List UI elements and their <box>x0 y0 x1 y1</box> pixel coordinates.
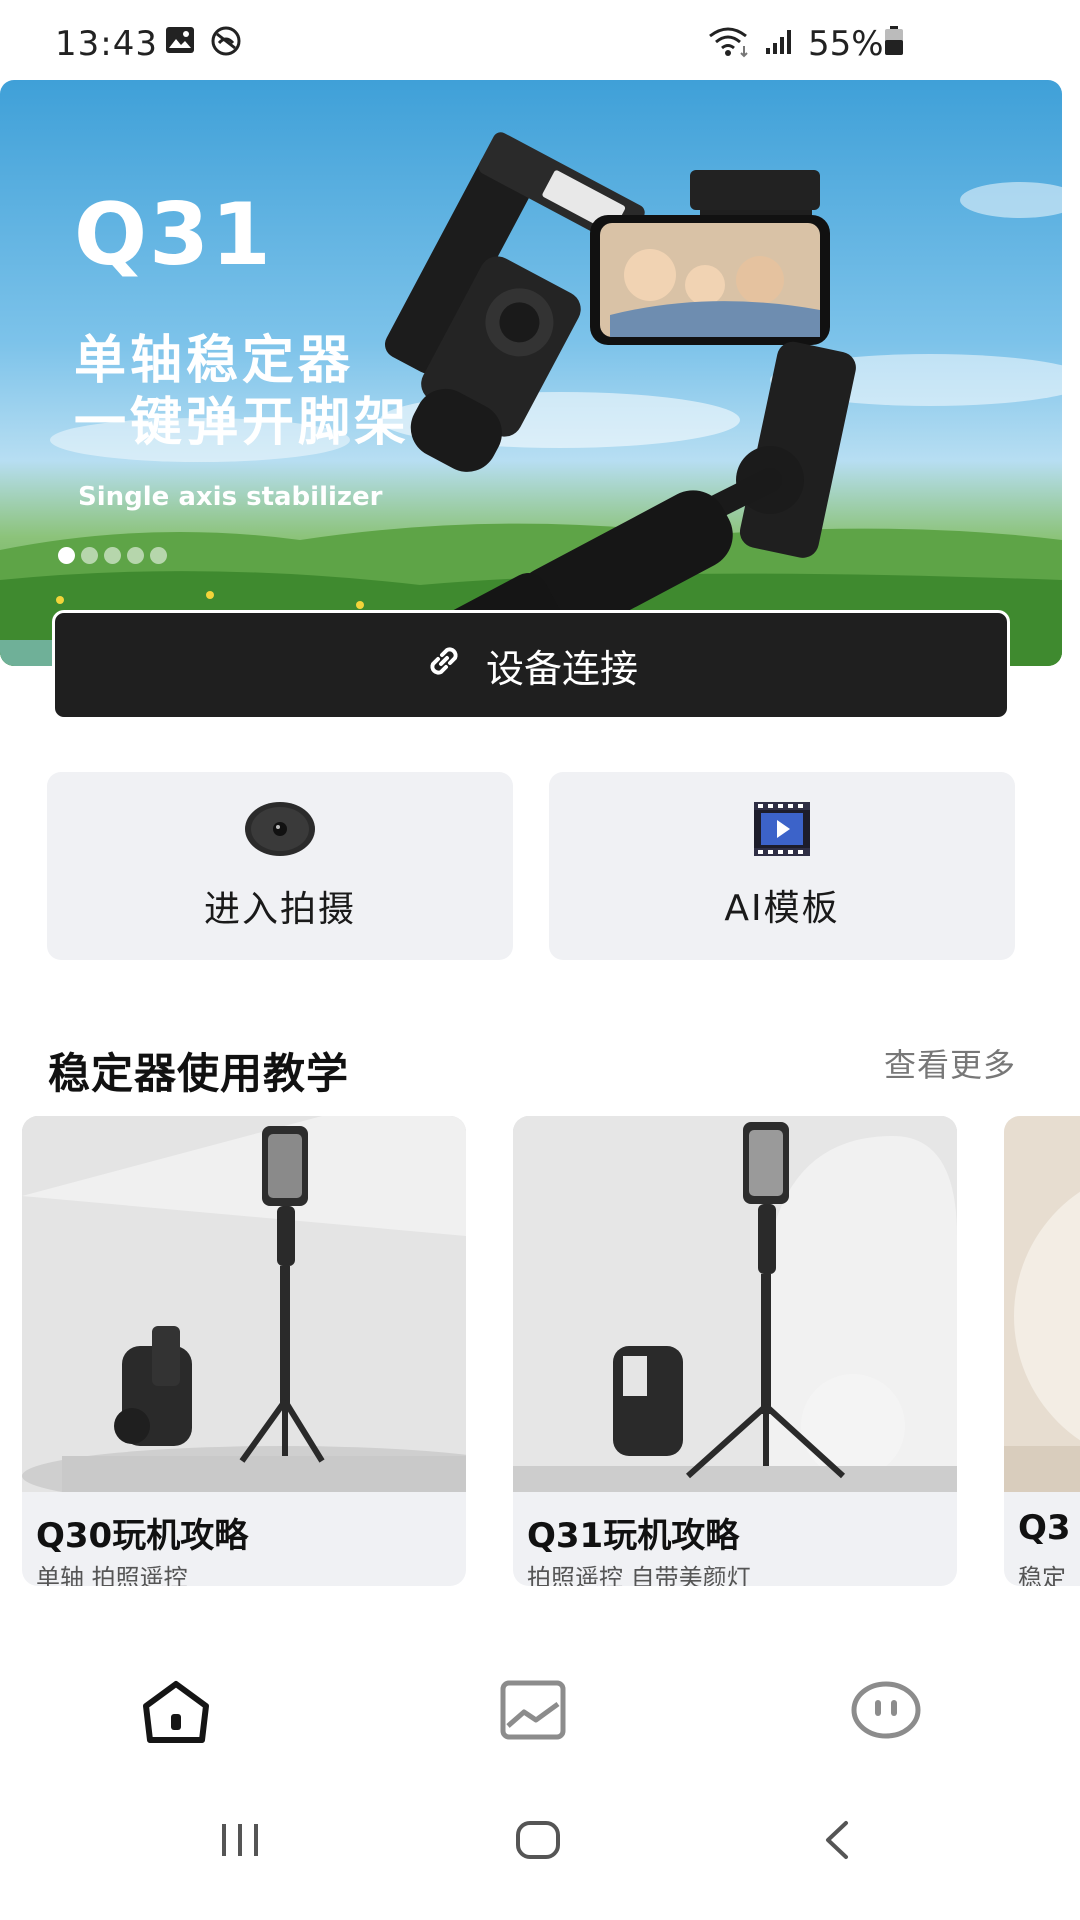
ai-template-label: AI模板 <box>724 888 840 929</box>
nav-profile[interactable] <box>850 1680 922 1744</box>
banner-subtitle: Single axis stabilizer <box>78 482 383 512</box>
signal-icon <box>765 26 795 60</box>
see-more-link[interactable]: 查看更多 <box>884 1040 1016 1086</box>
home-system-icon[interactable] <box>515 1820 561 1864</box>
tutorial-carousel[interactable]: Q30玩机攻略 单轴 拍照遥控 Q31玩机攻略 拍照遥控 自带美颜灯 Q3 稳定 <box>22 1116 1080 1586</box>
recent-apps-icon[interactable] <box>218 1822 262 1862</box>
pagination-dot[interactable] <box>58 547 75 564</box>
pagination-dot[interactable] <box>150 547 167 564</box>
bottom-navigation <box>0 1680 1080 1780</box>
tutorial-card-q31[interactable]: Q31玩机攻略 拍照遥控 自带美颜灯 <box>513 1116 957 1586</box>
start-shooting-tile[interactable]: 进入拍摄 <box>47 772 513 960</box>
nav-gallery[interactable] <box>500 1680 566 1744</box>
image-icon <box>165 26 195 58</box>
wifi-icon <box>708 26 752 62</box>
camera-lens-icon <box>243 800 317 862</box>
face-icon <box>850 1681 922 1744</box>
q31-product-image <box>513 1116 957 1492</box>
pagination-dot[interactable] <box>81 547 98 564</box>
battery-icon <box>884 26 904 60</box>
stabilizer-product-image <box>384 132 856 666</box>
system-navigation-bar <box>0 1800 1080 1880</box>
status-bar: 13:43 55% <box>0 0 1080 80</box>
nav-home[interactable] <box>140 1680 212 1748</box>
card-subtitle: 拍照遥控 自带美颜灯 <box>527 1564 751 1586</box>
card-title: Q3 <box>1018 1508 1071 1548</box>
promo-banner[interactable]: Q31 单轴稳定器 一键弹开脚架 Single axis stabilizer <box>0 80 1062 666</box>
device-connect-label: 设备连接 <box>485 646 638 691</box>
card-title: Q31玩机攻略 <box>527 1516 740 1556</box>
pagination-dot[interactable] <box>127 547 144 564</box>
video-clapper-icon <box>753 801 811 861</box>
blocked-icon <box>210 26 242 60</box>
banner-title: Q31 <box>74 185 273 285</box>
partial-product-image <box>1004 1116 1080 1492</box>
app-screen: 13:43 55% Q31 单轴稳定器 一键弹开脚架 Single axis s… <box>0 0 1080 1920</box>
link-icon <box>424 641 464 690</box>
home-icon <box>140 1681 212 1748</box>
tutorial-card-partial[interactable]: Q3 稳定 <box>1004 1116 1080 1586</box>
q30-product-image <box>22 1116 466 1492</box>
card-subtitle: 单轴 拍照遥控 <box>36 1564 188 1586</box>
card-subtitle: 稳定 <box>1018 1564 1066 1586</box>
tutorial-section-title: 稳定器使用教学 <box>48 1049 350 1098</box>
banner-pagination[interactable] <box>58 547 167 564</box>
pagination-dot[interactable] <box>104 547 121 564</box>
start-shooting-label: 进入拍摄 <box>203 889 356 930</box>
battery-percent: 55% <box>808 24 884 64</box>
ai-template-tile[interactable]: AI模板 <box>549 772 1015 960</box>
back-icon[interactable] <box>822 1820 852 1864</box>
card-title: Q30玩机攻略 <box>36 1516 249 1556</box>
tutorial-card-q30[interactable]: Q30玩机攻略 单轴 拍照遥控 <box>22 1116 466 1586</box>
device-connect-button[interactable]: 设备连接 <box>52 610 1010 720</box>
gallery-icon <box>500 1680 566 1744</box>
status-time: 13:43 <box>55 24 158 64</box>
